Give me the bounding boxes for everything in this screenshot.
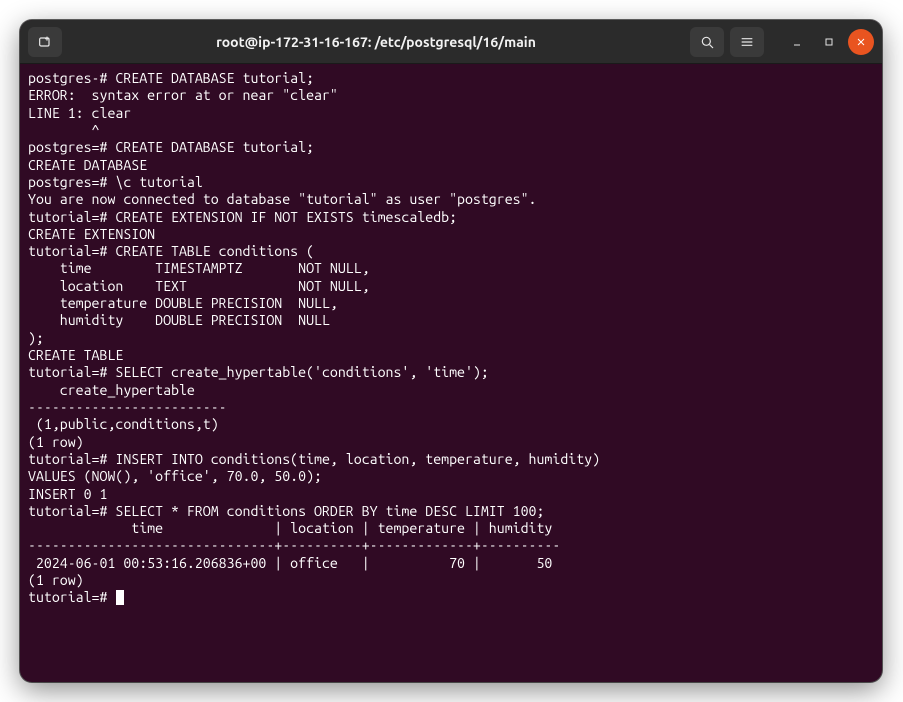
- terminal-line: ^: [28, 122, 874, 139]
- maximize-icon: [823, 36, 835, 48]
- terminal-line: CREATE EXTENSION: [28, 226, 874, 243]
- titlebar: root@ip-172-31-16-167: /etc/postgresql/1…: [20, 20, 882, 64]
- terminal-line: postgres=# CREATE DATABASE tutorial;: [28, 139, 874, 156]
- terminal-line: humidity DOUBLE PRECISION NULL: [28, 312, 874, 329]
- terminal-line: create_hypertable: [28, 382, 874, 399]
- maximize-button[interactable]: [816, 29, 842, 55]
- terminal-line: (1,public,conditions,t): [28, 416, 874, 433]
- terminal-line: VALUES (NOW(), 'office', 70.0, 50.0);: [28, 468, 874, 485]
- terminal-line: 2024-06-01 00:53:16.206836+00 | office |…: [28, 555, 874, 572]
- new-tab-icon: [37, 34, 53, 50]
- terminal-line: You are now connected to database "tutor…: [28, 191, 874, 208]
- terminal-line: (1 row): [28, 434, 874, 451]
- terminal-line: postgres-# CREATE DATABASE tutorial;: [28, 70, 874, 87]
- minimize-button[interactable]: [784, 29, 810, 55]
- close-icon: [855, 36, 867, 48]
- terminal-line: tutorial=# CREATE TABLE conditions (: [28, 243, 874, 260]
- terminal-line: );: [28, 330, 874, 347]
- terminal-line: postgres=# \c tutorial: [28, 174, 874, 191]
- terminal-line: location TEXT NOT NULL,: [28, 278, 874, 295]
- minimize-icon: [791, 36, 803, 48]
- cursor: [116, 590, 124, 605]
- terminal-line: -------------------------: [28, 399, 874, 416]
- terminal-line: tutorial=#: [28, 589, 874, 606]
- terminal-line: CREATE TABLE: [28, 347, 874, 364]
- close-button[interactable]: [848, 29, 874, 55]
- new-tab-button[interactable]: [28, 27, 62, 57]
- terminal-window: root@ip-172-31-16-167: /etc/postgresql/1…: [20, 20, 882, 682]
- terminal-line: CREATE DATABASE: [28, 157, 874, 174]
- terminal-line: tutorial=# CREATE EXTENSION IF NOT EXIST…: [28, 209, 874, 226]
- terminal-line: tutorial=# SELECT create_hypertable('con…: [28, 364, 874, 381]
- terminal-line: LINE 1: clear: [28, 105, 874, 122]
- terminal-output[interactable]: postgres-# CREATE DATABASE tutorial;ERRO…: [20, 64, 882, 682]
- menu-button[interactable]: [730, 27, 764, 57]
- search-button[interactable]: [690, 27, 724, 57]
- terminal-line: -------------------------------+--------…: [28, 537, 874, 554]
- terminal-line: (1 row): [28, 572, 874, 589]
- terminal-line: ERROR: syntax error at or near "clear": [28, 87, 874, 104]
- terminal-line: tutorial=# SELECT * FROM conditions ORDE…: [28, 503, 874, 520]
- terminal-line: time | location | temperature | humidity: [28, 520, 874, 537]
- hamburger-icon: [739, 34, 755, 50]
- terminal-line: tutorial=# INSERT INTO conditions(time, …: [28, 451, 874, 468]
- terminal-line: time TIMESTAMPTZ NOT NULL,: [28, 260, 874, 277]
- search-icon: [699, 34, 715, 50]
- window-title: root@ip-172-31-16-167: /etc/postgresql/1…: [70, 34, 682, 50]
- terminal-line: INSERT 0 1: [28, 486, 874, 503]
- terminal-line: temperature DOUBLE PRECISION NULL,: [28, 295, 874, 312]
